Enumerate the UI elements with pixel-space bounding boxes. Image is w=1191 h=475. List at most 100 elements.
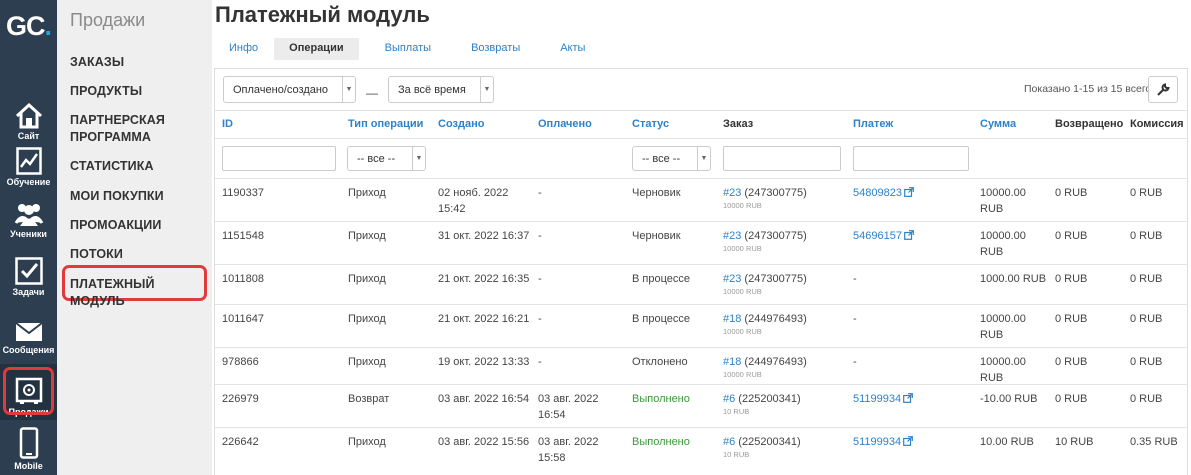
cell-payment: 54809823 [853, 185, 914, 201]
menu-item-products[interactable]: ПРОДУКТЫ [70, 83, 142, 100]
sales-menu: Продажи ЗАКАЗЫ ПРОДУКТЫ ПАРТНЕРСКАЯ ПРОГ… [57, 0, 212, 475]
cell-returned: 0 RUB [1055, 187, 1088, 199]
rail-item-learning[interactable]: Обучение [0, 134, 57, 190]
order-number: (244976493) [741, 356, 807, 368]
cell-paid: - [538, 271, 633, 287]
menu-item-promotions[interactable]: ПРОМОАКЦИИ [70, 217, 161, 234]
cell-created: 03 авг. 2022 16:54 [438, 391, 533, 407]
cell-order: #23 (247300775) 10000 RUB [723, 185, 807, 210]
row-divider [215, 264, 1188, 265]
settings-button[interactable] [1148, 76, 1178, 103]
divider [215, 138, 1188, 139]
order-amount: 10000 RUB [723, 327, 762, 336]
header-id[interactable]: ID [222, 118, 233, 130]
payment-filter-input[interactable] [853, 146, 969, 171]
cell-returned: 0 RUB [1055, 230, 1088, 242]
payment-link[interactable]: 54696157 [853, 230, 902, 242]
order-link[interactable]: #18 [723, 313, 741, 325]
cell-type: Приход [348, 273, 386, 285]
cell-type: Приход [348, 436, 386, 448]
payment-link[interactable]: 51199934 [853, 393, 901, 405]
cell-commission: 0 RUB [1130, 273, 1163, 285]
cell-sum-line1: -10.00 RUB [980, 393, 1038, 405]
rail-item-sales[interactable]: Продажи [0, 364, 57, 420]
rail-item-mobile[interactable]: Mobile [0, 418, 57, 474]
cell-type: Приход [348, 356, 386, 368]
period-filter-select[interactable]: За всё время ▼ [388, 76, 494, 103]
menu-item-streams[interactable]: ПОТОКИ [70, 246, 123, 263]
tab-info[interactable]: Инфо [215, 38, 272, 60]
cell-commission: 0 RUB [1130, 230, 1163, 242]
status-column-filter-select[interactable]: -- все -- ▼ [632, 146, 711, 171]
cell-paid: 03 авг. 2022 16:54 [538, 391, 633, 423]
cell-id: 226979 [222, 393, 259, 405]
cell-order: #23 (247300775) 10000 RUB [723, 271, 807, 296]
order-link[interactable]: #23 [723, 273, 741, 285]
cell-order: #6 (225200341) 10 RUB [723, 391, 801, 416]
cell-created-line1: 19 окт. 2022 13:33 [438, 356, 530, 368]
cell-payment: - [853, 311, 857, 327]
header-created[interactable]: Создано [438, 118, 484, 130]
tab-acts[interactable]: Акты [534, 38, 599, 60]
menu-item-payment-module[interactable]: ПЛАТЕЖНЫЙ МОДУЛЬ [70, 276, 212, 310]
payment-link[interactable]: 51199934 [853, 436, 901, 448]
cell-id: 978866 [222, 356, 259, 368]
cell-paid-line1: 03 авг. 2022 [538, 393, 599, 405]
type-filter-select[interactable]: -- все -- ▼ [347, 146, 426, 171]
row-divider [215, 384, 1188, 385]
payment-empty: - [853, 356, 857, 368]
chevron-down-icon: ▼ [412, 147, 425, 170]
cell-sum-line1: 10.00 RUB [980, 436, 1034, 448]
tab-operations[interactable]: Операции [274, 38, 359, 60]
header-payment[interactable]: Платеж [853, 118, 893, 130]
menu-item-my-purchases[interactable]: МОИ ПОКУПКИ [70, 188, 164, 205]
cell-sum-line1: 10000.00 [980, 187, 1026, 199]
order-link[interactable]: #18 [723, 356, 741, 368]
menu-item-partner-program[interactable]: ПАРТНЕРСКАЯ ПРОГРАММА [70, 112, 190, 146]
rail-highlight [3, 367, 54, 415]
id-filter-input[interactable] [222, 146, 336, 171]
order-link[interactable]: #23 [723, 187, 741, 199]
cell-type: Приход [348, 230, 386, 242]
cell-id: 1011808 [222, 273, 265, 285]
range-dash: — [366, 86, 378, 100]
rail-item-tasks[interactable]: Задачи [0, 244, 57, 300]
cell-sum: 10.00 RUB [980, 434, 1050, 450]
row-divider [215, 427, 1188, 428]
header-type[interactable]: Тип операции [348, 118, 423, 130]
cell-paid-line2: 16:54 [538, 409, 566, 421]
envelope-icon [14, 322, 43, 341]
cell-status: Отклонено [632, 356, 688, 368]
cell-returned: 0 RUB [1055, 356, 1088, 368]
cell-commission: 0.35 RUB [1130, 436, 1178, 448]
order-amount: 10000 RUB [723, 287, 762, 296]
cell-sum: 10000.00 RUB [980, 354, 1050, 386]
order-link[interactable]: #23 [723, 230, 741, 242]
payment-link[interactable]: 54809823 [853, 187, 902, 199]
cell-payment: 51199934 [853, 434, 914, 450]
rail-item-messages[interactable]: Сообщения [0, 302, 57, 358]
cell-sum: 10000.00 RUB [980, 228, 1050, 260]
header-status[interactable]: Статус [632, 118, 669, 130]
external-link-icon [903, 436, 914, 446]
rail-item-students[interactable]: Ученики [0, 186, 57, 242]
status-filter-select[interactable]: Оплачено/создано ▼ [223, 76, 356, 103]
tab-payouts[interactable]: Выплаты [359, 38, 445, 60]
cell-created-line1: 03 авг. 2022 16:54 [438, 393, 530, 405]
gc-logo[interactable]: GC. [0, 0, 57, 52]
header-sum[interactable]: Сумма [980, 118, 1016, 130]
menu-item-statistics[interactable]: СТАТИСТИКА [70, 158, 154, 175]
cell-returned: 0 RUB [1055, 393, 1088, 405]
header-paid[interactable]: Оплачено [538, 118, 592, 130]
tab-refunds[interactable]: Возвраты [445, 38, 534, 60]
order-link[interactable]: #6 [723, 436, 735, 448]
row-divider [215, 347, 1188, 348]
menu-item-orders[interactable]: ЗАКАЗЫ [70, 54, 124, 71]
order-filter-input[interactable] [723, 146, 841, 171]
cell-id: 1151548 [222, 230, 265, 242]
cell-order: #18 (244976493) 10000 RUB [723, 354, 807, 379]
cell-paid-line1: 03 авг. 2022 [538, 436, 599, 448]
cell-sum-line1: 10000.00 [980, 356, 1026, 368]
order-link[interactable]: #6 [723, 393, 735, 405]
cell-returned: 0 RUB [1055, 273, 1088, 285]
